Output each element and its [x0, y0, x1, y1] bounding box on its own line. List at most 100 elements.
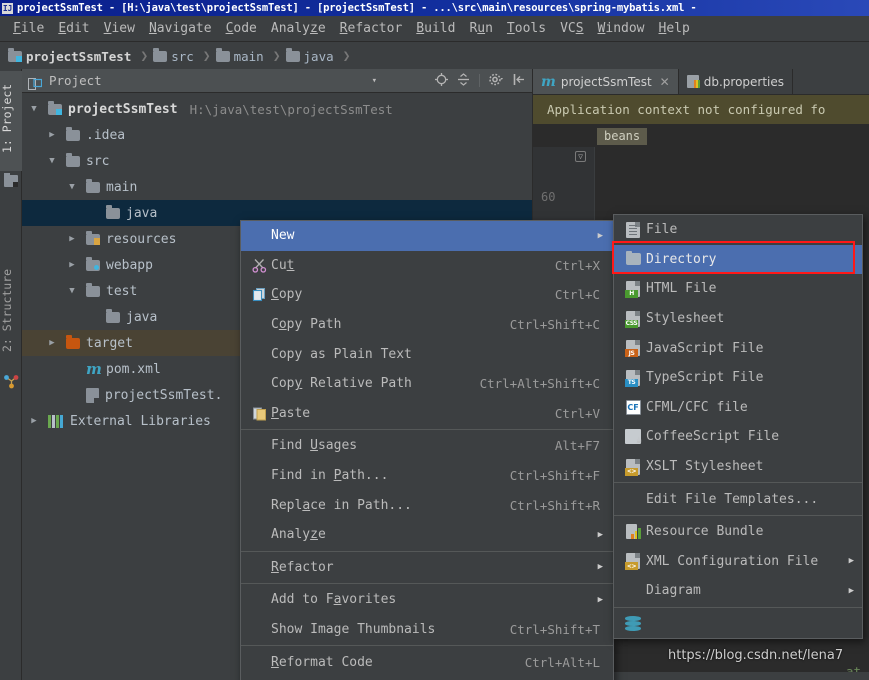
menu-item-help[interactable]: Help — [652, 19, 697, 38]
menu-item-window[interactable]: Window — [591, 19, 652, 38]
submenu-item-xslt-stylesheet[interactable]: <> XSLT Stylesheet — [614, 452, 862, 482]
context-menu-item-find-usages[interactable]: Find Usages Alt+F7 — [241, 431, 613, 461]
context-menu-item-new[interactable]: New ▶ — [241, 221, 613, 251]
menu-item-refactor[interactable]: Refactor — [333, 19, 410, 38]
hide-panel-icon[interactable] — [513, 73, 526, 89]
locate-icon[interactable] — [435, 72, 448, 89]
submenu-arrow-icon: ▶ — [597, 562, 603, 573]
context-menu-item-replace-in-path[interactable]: Replace in Path... Ctrl+Shift+R — [241, 490, 613, 520]
context-menu-item-copy-relative-path[interactable]: Copy Relative Path Ctrl+Alt+Shift+C — [241, 369, 613, 399]
menu-item-navigate[interactable]: Navigate — [142, 19, 219, 38]
breadcrumb-item-main[interactable]: main — [215, 48, 267, 64]
menu-item-file[interactable]: File — [6, 19, 51, 38]
menu-shortcut: Ctrl+Shift+F — [509, 468, 600, 484]
menu-shortcut: Ctrl+Alt+L — [524, 654, 600, 670]
tree-label: webapp — [106, 257, 153, 273]
menu-label: Cut — [271, 257, 295, 273]
tree-row-main[interactable]: ▼ main — [22, 174, 532, 200]
breadcrumb-item-java[interactable]: java — [285, 48, 337, 64]
tree-label: External Libraries — [70, 413, 211, 429]
tree-label: pom.xml — [106, 361, 161, 377]
context-menu-item-copy-path[interactable]: Copy Path Ctrl+Shift+C — [241, 310, 613, 340]
expand-arrow-icon[interactable]: ▼ — [26, 104, 42, 114]
submenu-item-xml-configuration-file[interactable]: <> XML Configuration File ▶ — [614, 547, 862, 577]
submenu-item-javascript-file[interactable]: JS JavaScript File — [614, 333, 862, 363]
breadcrumb-item-src[interactable]: src — [153, 48, 197, 64]
editor-tab-projectssmtest[interactable]: m projectSsmTest ✕ — [533, 69, 679, 94]
context-menu-item-copy-as-plain-text[interactable]: Copy as Plain Text — [241, 339, 613, 369]
menu-label: Analyze — [271, 527, 326, 543]
folder-icon — [66, 127, 80, 141]
submenu-item-edit-file-templates[interactable]: Edit File Templates... — [614, 484, 862, 514]
folder-icon — [153, 48, 168, 62]
tree-path: H:\java\test\projectSsmTest — [189, 101, 393, 117]
code-fold-icon[interactable]: ▽ — [575, 151, 586, 162]
context-menu-item-analyze[interactable]: Analyze ▶ — [241, 520, 613, 550]
context-menu-item-find-in-path[interactable]: Find in Path... Ctrl+Shift+F — [241, 461, 613, 491]
submenu-item-stylesheet[interactable]: CSS Stylesheet — [614, 304, 862, 334]
expand-arrow-placeholder: ▶ — [64, 364, 80, 374]
menu-label: Find Usages — [271, 438, 358, 454]
gear-icon[interactable] — [489, 73, 504, 89]
submenu-item-typescript-file[interactable]: TS TypeScript File — [614, 363, 862, 393]
submenu-item-html-file[interactable]: H HTML File — [614, 274, 862, 304]
context-menu-item-add-to-favorites[interactable]: Add to Favorites ▶ — [241, 585, 613, 615]
submenu-arrow-icon: ▶ — [848, 556, 854, 567]
tab-label: db.properties — [703, 74, 785, 89]
folder-icon — [106, 205, 120, 219]
tool-tab-project[interactable]: 1: Project — [0, 71, 22, 171]
submenu-item-diagram[interactable]: Diagram ▶ — [614, 576, 862, 606]
tree-row-projectssmtest[interactable]: ▼ projectSsmTest H:\java\test\projectSsm… — [22, 96, 532, 122]
tool-tab-structure[interactable]: 2: Structure — [0, 254, 22, 370]
menu-label: Copy as Plain Text — [271, 346, 412, 362]
submenu-label: CoffeeScript File — [646, 429, 780, 445]
expand-arrow-icon[interactable]: ▼ — [64, 286, 80, 296]
context-menu-item-reformat-code[interactable]: Reformat Code Ctrl+Alt+L — [241, 647, 613, 677]
menu-separator — [241, 550, 613, 552]
menu-item-view[interactable]: View — [97, 19, 142, 38]
watermark-text: https://blog.csdn.net/lena7 — [668, 648, 844, 663]
breadcrumb-chip-beans[interactable]: beans — [597, 127, 648, 145]
expand-arrow-icon[interactable]: ▶ — [44, 130, 60, 140]
breadcrumb-item-project[interactable]: projectSsmTest — [8, 48, 134, 64]
menu-label: Show Image Thumbnails — [271, 622, 436, 638]
editor-notification-banner: Application context not configured fo — [533, 95, 869, 125]
submenu-item-resource-bundle[interactable]: Resource Bundle — [614, 517, 862, 547]
submenu-item-directory[interactable]: Directory — [614, 244, 862, 275]
context-menu-item-paste[interactable]: Paste Ctrl+V — [241, 399, 613, 429]
menu-item-code[interactable]: Code — [219, 19, 264, 38]
collapse-all-icon[interactable] — [457, 72, 470, 89]
submenu-arrow-icon: ▶ — [848, 585, 854, 596]
chevron-down-icon[interactable]: ▾ — [372, 76, 435, 86]
folder-icon — [285, 48, 300, 62]
expand-arrow-icon[interactable]: ▶ — [64, 234, 80, 244]
submenu-item-file[interactable]: File — [614, 215, 862, 245]
close-icon[interactable]: ✕ — [657, 75, 670, 89]
submenu-label: XSLT Stylesheet — [646, 459, 764, 475]
menu-shortcut: Ctrl+C — [554, 287, 600, 303]
tree-label: projectSsmTest. — [105, 387, 223, 403]
expand-arrow-icon[interactable]: ▼ — [64, 182, 80, 192]
submenu-item-data-source[interactable] — [614, 609, 862, 639]
menu-item-vcs[interactable]: VCS — [553, 19, 590, 38]
expand-arrow-icon[interactable]: ▶ — [26, 416, 42, 426]
context-menu-item-refactor[interactable]: Refactor ▶ — [241, 553, 613, 583]
coffeescript-file-icon — [620, 429, 646, 446]
menu-item-edit[interactable]: Edit — [51, 19, 96, 38]
tree-row-src[interactable]: ▼ src — [22, 148, 532, 174]
menu-item-run[interactable]: Run — [462, 19, 499, 38]
menu-item-build[interactable]: Build — [409, 19, 462, 38]
expand-arrow-icon[interactable]: ▶ — [44, 338, 60, 348]
paste-icon — [247, 406, 271, 421]
editor-tab-db-properties[interactable]: db.properties — [679, 69, 794, 94]
expand-arrow-icon[interactable]: ▼ — [44, 156, 60, 166]
menu-item-analyze[interactable]: Analyze — [264, 19, 333, 38]
submenu-item-coffeescript-file[interactable]: CoffeeScript File — [614, 422, 862, 452]
context-menu-item-copy[interactable]: Copy Ctrl+C — [241, 280, 613, 310]
menu-item-tools[interactable]: Tools — [500, 19, 553, 38]
context-menu-item-show-image-thumbnails[interactable]: Show Image Thumbnails Ctrl+Shift+T — [241, 615, 613, 645]
submenu-item-cfml-cfc-file[interactable]: CF CFML/CFC file — [614, 393, 862, 423]
tree-row-idea[interactable]: ▶ .idea — [22, 122, 532, 148]
expand-arrow-icon[interactable]: ▶ — [64, 260, 80, 270]
context-menu-item-cut[interactable]: Cut Ctrl+X — [241, 251, 613, 281]
